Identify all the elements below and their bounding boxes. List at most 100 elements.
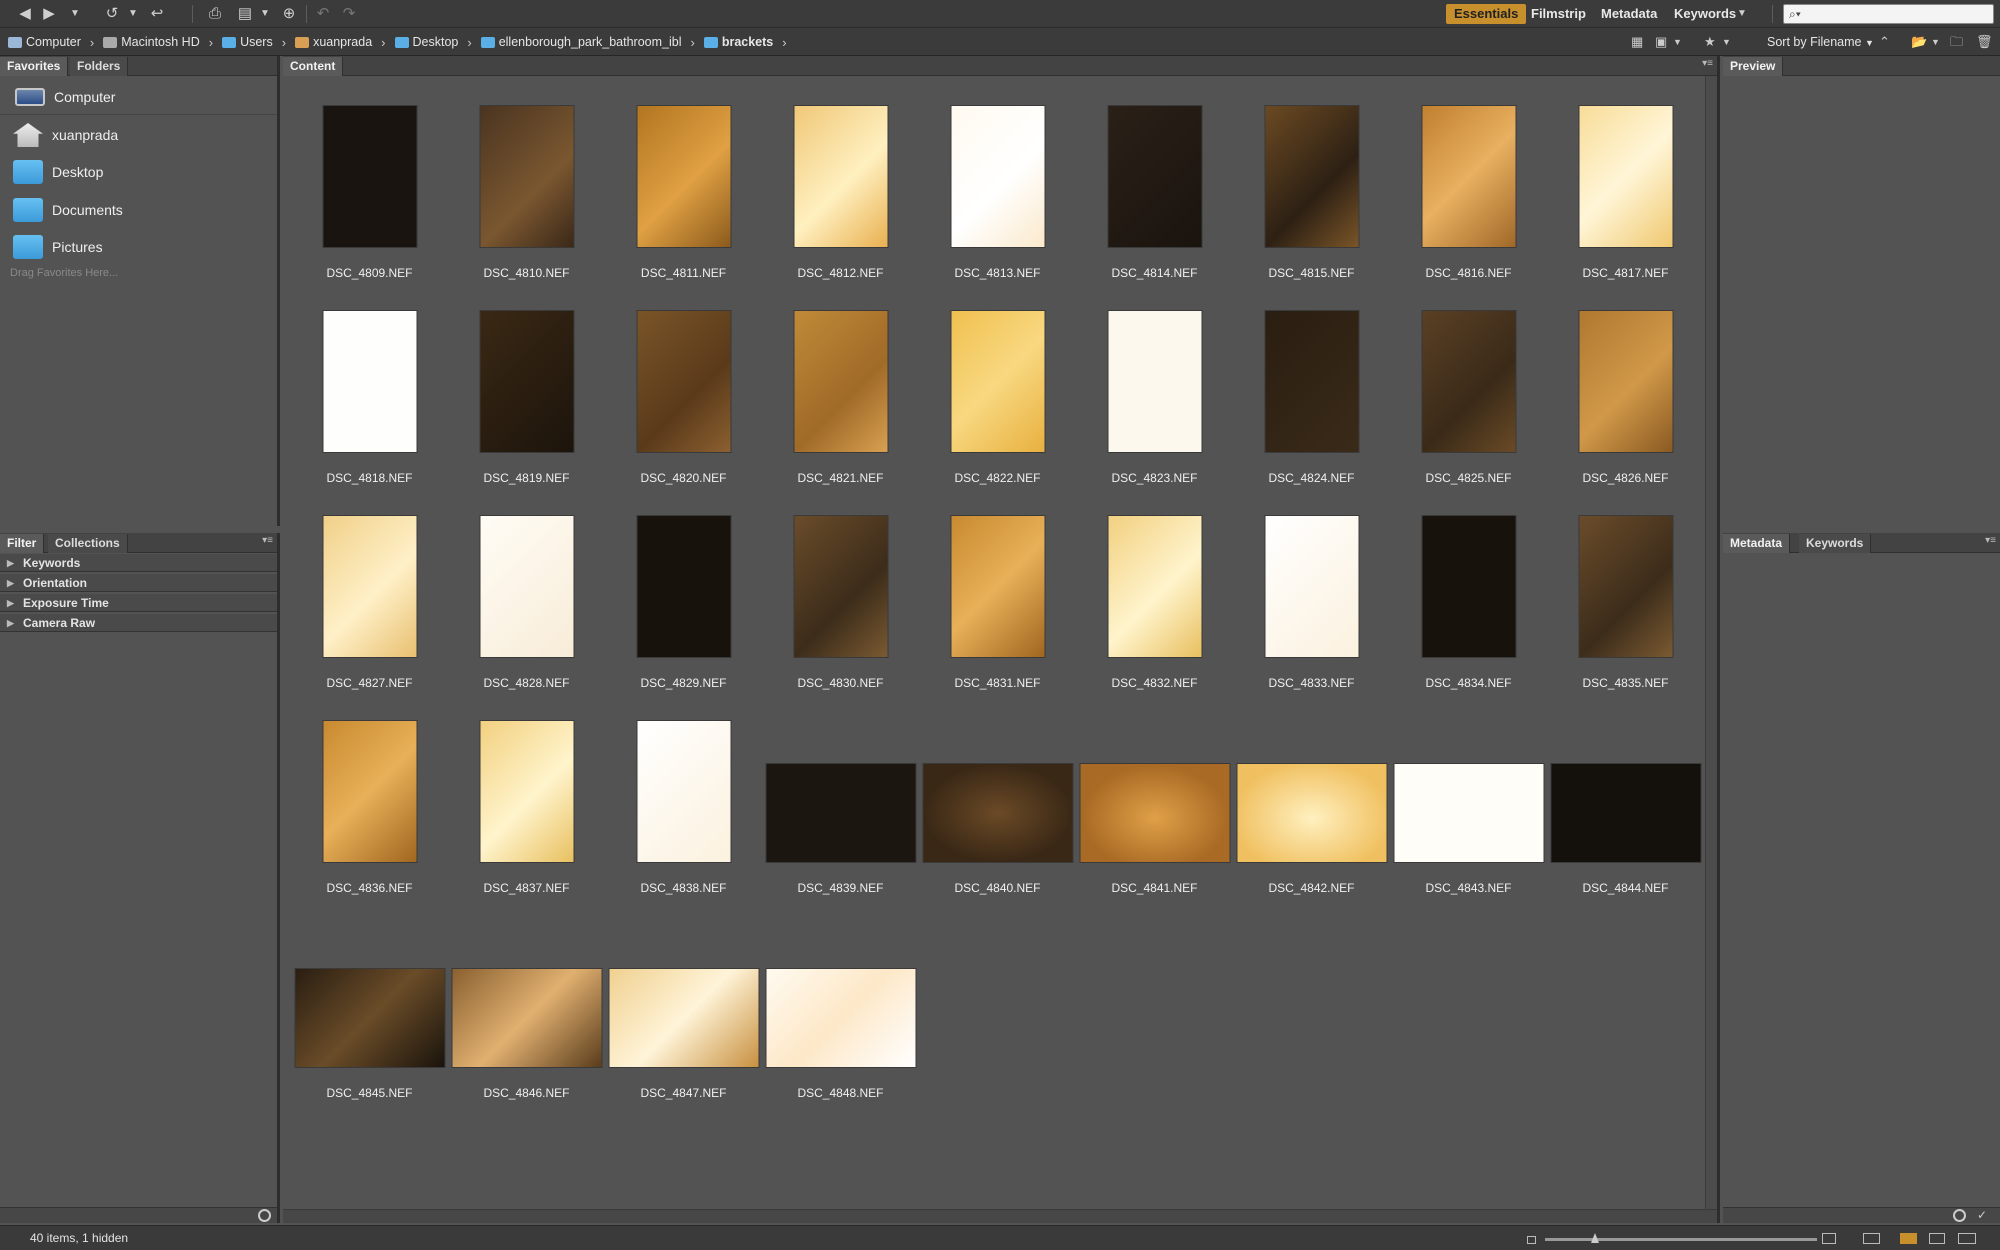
chevron-right-icon[interactable]: › bbox=[282, 35, 286, 50]
thumbnail-image[interactable] bbox=[922, 763, 1073, 863]
thumbnail-item[interactable]: DSC_4843.NEF bbox=[1390, 695, 1547, 900]
thumbnail-item[interactable]: DSC_4848.NEF bbox=[762, 900, 919, 1105]
apply-check-icon[interactable]: ✓ bbox=[1977, 1208, 1987, 1222]
thumbnail-image[interactable] bbox=[1107, 310, 1202, 453]
thumbnail-image[interactable] bbox=[1421, 310, 1516, 453]
workspace-filmstrip[interactable]: Filmstrip bbox=[1523, 4, 1594, 24]
rotate-right-icon[interactable]: ↷ bbox=[338, 4, 360, 24]
thumbnail-image[interactable] bbox=[950, 105, 1045, 248]
thumbnail-item[interactable]: DSC_4833.NEF bbox=[1233, 490, 1390, 695]
lock-thumbnail-grid-icon[interactable] bbox=[1863, 1233, 1880, 1244]
workspace-menu-icon[interactable]: ▼ bbox=[1731, 4, 1753, 24]
filter-camera-raw[interactable]: ▶ Camera Raw bbox=[0, 614, 277, 632]
thumbnail-image[interactable] bbox=[479, 720, 574, 863]
thumbnail-item[interactable]: DSC_4839.NEF bbox=[762, 695, 919, 900]
crumb-macintosh-hd[interactable]: Macintosh HD › bbox=[103, 35, 222, 50]
tab-favorites[interactable]: Favorites bbox=[0, 57, 69, 76]
thumbnail-item[interactable]: DSC_4826.NEF bbox=[1547, 285, 1704, 490]
thumbnail-image[interactable] bbox=[322, 310, 417, 453]
open-in-camera-raw-icon[interactable]: ⊕ bbox=[278, 4, 300, 24]
recent-dropdown-icon[interactable]: ▼ bbox=[64, 4, 86, 24]
favorite-desktop[interactable]: Desktop bbox=[13, 155, 103, 189]
thumbnail-item[interactable]: DSC_4812.NEF bbox=[762, 80, 919, 285]
view-thumbnails-icon[interactable] bbox=[1900, 1233, 1917, 1244]
thumbnail-item[interactable]: DSC_4831.NEF bbox=[919, 490, 1076, 695]
crumb-computer[interactable]: Computer › bbox=[8, 35, 103, 50]
thumbnail-image[interactable] bbox=[765, 763, 916, 863]
thumbnail-image[interactable] bbox=[636, 105, 731, 248]
thumbnail-image[interactable] bbox=[793, 515, 888, 658]
tab-keywords[interactable]: Keywords bbox=[1799, 534, 1872, 553]
panel-menu-icon[interactable]: ▾≡ bbox=[1702, 58, 1713, 69]
crumb-xuanprada[interactable]: xuanprada › bbox=[295, 35, 394, 50]
thumbnail-item[interactable]: DSC_4825.NEF bbox=[1390, 285, 1547, 490]
chevron-right-icon[interactable]: › bbox=[782, 35, 786, 50]
thumbnail-image[interactable] bbox=[1264, 310, 1359, 453]
thumbnail-item[interactable]: DSC_4814.NEF bbox=[1076, 80, 1233, 285]
thumbnail-item[interactable]: DSC_4816.NEF bbox=[1390, 80, 1547, 285]
tab-folders[interactable]: Folders bbox=[70, 57, 129, 76]
disclosure-triangle-icon[interactable]: ▶ bbox=[7, 554, 14, 572]
tab-content[interactable]: Content bbox=[283, 57, 344, 76]
back-icon[interactable]: ◀ bbox=[14, 4, 36, 24]
thumbnail-image[interactable] bbox=[322, 515, 417, 658]
thumbnail-item[interactable]: DSC_4844.NEF bbox=[1547, 695, 1704, 900]
thumbnail-image[interactable] bbox=[1264, 515, 1359, 658]
thumbnail-item[interactable]: DSC_4809.NEF bbox=[291, 80, 448, 285]
thumbnail-item[interactable]: DSC_4838.NEF bbox=[605, 695, 762, 900]
thumbnail-item[interactable]: DSC_4827.NEF bbox=[291, 490, 448, 695]
panel-menu-icon[interactable]: ▾≡ bbox=[1985, 535, 1996, 546]
thumbnail-image[interactable] bbox=[451, 968, 602, 1068]
clear-filter-icon[interactable] bbox=[258, 1209, 271, 1222]
vertical-scrollbar[interactable] bbox=[1705, 76, 1717, 1209]
thumbnail-image[interactable] bbox=[1079, 763, 1230, 863]
thumbnail-image[interactable] bbox=[950, 310, 1045, 453]
no-metadata-icon[interactable] bbox=[1953, 1209, 1966, 1222]
favorite-computer[interactable]: Computer bbox=[15, 80, 115, 114]
thumbnail-item[interactable]: DSC_4840.NEF bbox=[919, 695, 1076, 900]
thumbnail-item[interactable]: DSC_4834.NEF bbox=[1390, 490, 1547, 695]
chevron-right-icon[interactable]: › bbox=[467, 35, 471, 50]
sort-ascending-icon[interactable]: ⌃ bbox=[1879, 33, 1890, 51]
star-filter-icon[interactable]: ★ bbox=[1704, 33, 1716, 51]
chevron-right-icon[interactable]: › bbox=[690, 35, 694, 50]
thumbnail-item[interactable]: DSC_4824.NEF bbox=[1233, 285, 1390, 490]
workspace-metadata[interactable]: Metadata bbox=[1593, 4, 1665, 24]
disclosure-triangle-icon[interactable]: ▶ bbox=[7, 614, 14, 632]
thumbnail-image[interactable] bbox=[322, 720, 417, 863]
thumbnail-item[interactable]: DSC_4836.NEF bbox=[291, 695, 448, 900]
crumb-users[interactable]: Users › bbox=[222, 35, 295, 50]
thumbnail-image[interactable] bbox=[793, 105, 888, 248]
thumbnail-image[interactable] bbox=[1421, 515, 1516, 658]
tab-filter[interactable]: Filter bbox=[0, 534, 45, 553]
star-filter-dropdown-icon[interactable]: ▼ bbox=[1722, 33, 1731, 51]
thumbnail-item[interactable]: DSC_4815.NEF bbox=[1233, 80, 1390, 285]
crumb-ellenborough[interactable]: ellenborough_park_bathroom_ibl › bbox=[480, 35, 704, 50]
filter-exposure-time[interactable]: ▶ Exposure Time bbox=[0, 594, 277, 612]
thumbnail-image[interactable] bbox=[636, 515, 731, 658]
thumbnail-image[interactable] bbox=[1236, 763, 1387, 863]
thumbnail-image[interactable] bbox=[294, 968, 445, 1068]
camera-import-icon[interactable]: ⎙ bbox=[204, 4, 226, 24]
chevron-right-icon[interactable]: › bbox=[381, 35, 385, 50]
favorite-documents[interactable]: Documents bbox=[13, 193, 123, 227]
refine-icon[interactable]: ▤ bbox=[234, 4, 256, 24]
sort-by-dropdown[interactable]: Sort by Filename ▼ bbox=[1767, 33, 1874, 52]
favorite-xuanprada[interactable]: xuanprada bbox=[13, 118, 118, 152]
thumbnail-item[interactable]: DSC_4841.NEF bbox=[1076, 695, 1233, 900]
return-icon[interactable]: ↩ bbox=[146, 4, 168, 24]
thumbnail-image[interactable] bbox=[636, 720, 731, 863]
thumbnail-size-slider[interactable] bbox=[1545, 1238, 1817, 1241]
thumbnail-image[interactable] bbox=[1578, 310, 1673, 453]
thumbnail-image[interactable] bbox=[1264, 105, 1359, 248]
thumbnail-image[interactable] bbox=[636, 310, 731, 453]
thumbnail-image[interactable] bbox=[1107, 105, 1202, 248]
tab-metadata[interactable]: Metadata bbox=[1723, 534, 1791, 553]
chevron-right-icon[interactable]: › bbox=[209, 35, 213, 50]
thumbnail-item[interactable]: DSC_4828.NEF bbox=[448, 490, 605, 695]
thumbnail-image[interactable] bbox=[479, 515, 574, 658]
large-thumbnail-icon[interactable] bbox=[1822, 1233, 1836, 1244]
view-options-dropdown-icon[interactable]: ▼ bbox=[1673, 33, 1682, 51]
thumbnail-image[interactable] bbox=[322, 105, 417, 248]
thumbnail-image[interactable] bbox=[793, 310, 888, 453]
